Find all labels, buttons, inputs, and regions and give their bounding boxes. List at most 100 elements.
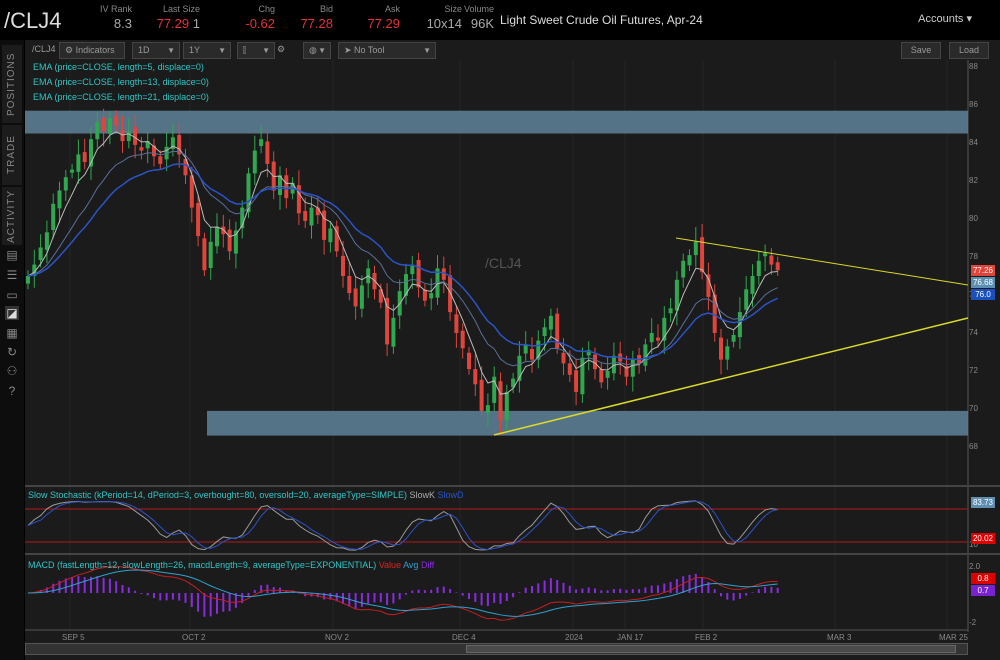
- candle-body: [422, 289, 427, 301]
- price-axis-label: 82: [969, 176, 978, 185]
- candle-body: [322, 210, 327, 240]
- macd-avg-legend: Avg: [403, 560, 419, 570]
- date-axis-label: OCT 2: [182, 633, 206, 642]
- quote-label: Size: [444, 4, 462, 14]
- candle-style-icon: ⫿: [243, 45, 246, 55]
- chart-style-select[interactable]: ⫿ ▼: [237, 42, 275, 59]
- list-icon[interactable]: ☰: [5, 268, 19, 282]
- candle-body: [530, 348, 534, 360]
- date-axis-label: NOV 2: [325, 633, 350, 642]
- chevron-down-icon: ▾: [966, 13, 972, 25]
- people-icon[interactable]: ⚇: [5, 364, 19, 378]
- timeframe-select[interactable]: 1Y ▼: [183, 42, 231, 59]
- stochastic-legend[interactable]: Slow Stochastic (kPeriod=14, dPeriod=3, …: [28, 490, 464, 500]
- quote-label: Bid: [319, 4, 333, 14]
- price-axis-label: 80: [969, 214, 978, 223]
- last-price-tag: 77.26: [971, 265, 995, 276]
- save-button[interactable]: Save: [901, 42, 941, 59]
- news-icon[interactable]: ▤: [5, 248, 19, 262]
- quote-value: -0.62: [245, 16, 275, 31]
- candle-body: [668, 308, 673, 314]
- candle-body: [467, 352, 471, 370]
- candle-body: [246, 173, 251, 213]
- candle-body: [328, 228, 333, 243]
- macd-diff-legend: Diff: [420, 560, 435, 570]
- indicators-button[interactable]: ⚙ Indicators: [59, 42, 125, 59]
- candle-body: [95, 122, 100, 140]
- candle-body: [359, 285, 364, 309]
- ema13-legend[interactable]: EMA (price=CLOSE, length=13, displace=0): [33, 77, 209, 87]
- tv-icon[interactable]: ▭: [5, 288, 19, 302]
- date-axis-label: 2024: [565, 633, 583, 642]
- horizontal-scrollbar[interactable]: [25, 643, 968, 655]
- quote-value: 77.28: [300, 16, 333, 31]
- accounts-label: Accounts: [918, 13, 964, 25]
- scrollbar-thumb[interactable]: [466, 645, 956, 653]
- grid-icon[interactable]: ▦: [5, 326, 19, 340]
- tab-positions[interactable]: POSITIONS: [2, 45, 22, 123]
- chart-symbol: /CLJ4: [32, 44, 56, 54]
- date-axis-label: SEP 5: [62, 633, 85, 642]
- quote-last-size: Last Size 77.29 1: [150, 4, 200, 31]
- accounts-menu[interactable]: Accounts ▾: [918, 12, 972, 25]
- descending-trendline: [675, 237, 969, 286]
- drawing-tool-select[interactable]: ➤ No Tool ▼: [338, 42, 436, 59]
- help-icon[interactable]: ?: [5, 384, 19, 398]
- macd-legend[interactable]: MACD (fastLength=12, slowLength=26, macd…: [28, 560, 434, 570]
- ema5-tag: 76.68: [971, 277, 995, 288]
- drawing-sets-button[interactable]: ◍ ▼: [303, 42, 331, 59]
- chart-icon[interactable]: ◪: [5, 306, 19, 320]
- candle-body: [196, 203, 201, 237]
- study-axis-label: -2: [969, 618, 977, 627]
- candle-body: [215, 226, 219, 247]
- candle-body: [208, 241, 213, 269]
- chevron-down-icon: ▼: [423, 46, 431, 55]
- chevron-down-icon: ▼: [262, 46, 270, 55]
- ema5-legend[interactable]: EMA (price=CLOSE, length=5, displace=0): [33, 62, 204, 72]
- tab-activity[interactable]: ACTIVITY: [2, 187, 22, 245]
- candle-body: [719, 337, 723, 360]
- candle-body: [126, 131, 131, 142]
- ema21-legend[interactable]: EMA (price=CLOSE, length=21, displace=0): [33, 92, 209, 102]
- load-button[interactable]: Load: [949, 42, 989, 59]
- stoch-value-tag: 83.73: [971, 497, 995, 508]
- indicators-icon: ⚙: [65, 45, 76, 55]
- quote-value: 8.3: [113, 16, 132, 31]
- settings-gear-icon[interactable]: ⚙: [277, 42, 289, 59]
- ema5-line: [27, 131, 778, 395]
- candle-body: [227, 229, 232, 252]
- price-axis-label: 70: [969, 404, 978, 413]
- candle-body: [485, 405, 490, 414]
- quote-bid: Bid 77.28: [283, 4, 333, 31]
- aggregation-select[interactable]: 1D ▼: [132, 42, 180, 59]
- globe-icon: ◍: [309, 45, 317, 55]
- quote-size: Size 10x14: [412, 4, 462, 31]
- candle-body: [309, 207, 314, 226]
- macd-value-legend: Value: [378, 560, 402, 570]
- quote-ask: Ask 77.29: [350, 4, 400, 31]
- candle-body: [744, 289, 749, 310]
- slowk-line: [27, 500, 778, 551]
- candle-body: [498, 381, 503, 421]
- quote-value: 77.29: [367, 16, 400, 31]
- candle-body: [114, 116, 119, 126]
- refresh-icon[interactable]: ↻: [5, 345, 19, 359]
- candle-body: [656, 337, 660, 341]
- candle-body: [605, 371, 610, 378]
- cursor-icon: ➤: [344, 45, 355, 55]
- left-sidebar: POSITIONS TRADE ACTIVITY ▤ ☰ ▭ ◪ ▦ ↻ ⚇ ?: [0, 40, 24, 660]
- candle-body: [567, 363, 572, 375]
- candle-body: [341, 255, 345, 276]
- chart-area[interactable]: /CLJ4 ⚙ Indicators 1D ▼ 1Y ▼ ⫿ ▼ ⚙ ◍ ▼ ➤ No …: [25, 40, 1000, 660]
- symbol-title[interactable]: /CLJ4: [4, 8, 61, 34]
- quote-chg: Chg -0.62: [225, 4, 275, 31]
- candle-body: [473, 369, 478, 385]
- candle-body: [630, 359, 635, 377]
- candle-body: [70, 169, 75, 173]
- tab-trade[interactable]: TRADE: [2, 125, 22, 185]
- candle-body: [561, 352, 566, 364]
- candle-body: [391, 317, 396, 347]
- quote-volume: Volume 96K: [462, 4, 494, 31]
- study-axis-label: 2.0: [969, 562, 981, 571]
- price-axis-label: 86: [969, 100, 978, 109]
